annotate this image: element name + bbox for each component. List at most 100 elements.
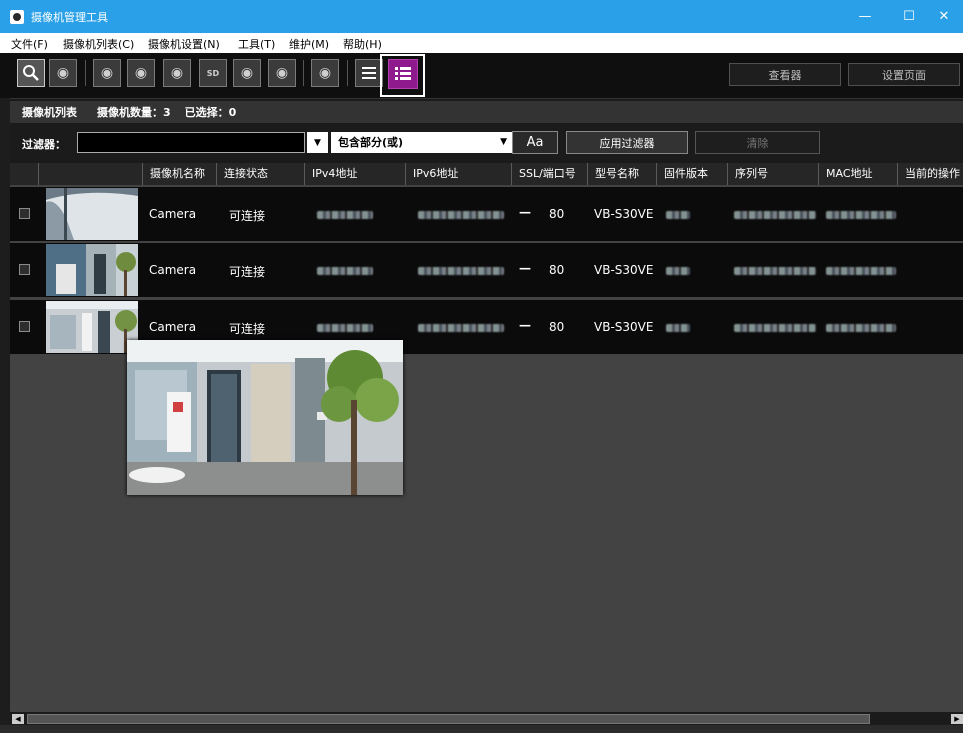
model-name: VB-S30VE bbox=[594, 320, 654, 334]
ssl-status: — bbox=[519, 205, 531, 219]
thumbnail-preview-popup bbox=[127, 340, 403, 495]
ipv6-address-redacted bbox=[418, 211, 504, 219]
camera-download-icon: ◉ bbox=[100, 65, 114, 81]
header-model[interactable]: 型号名称 bbox=[587, 163, 656, 185]
chevron-down-icon: ▼ bbox=[314, 137, 321, 148]
toolbar: ◉ ◉ ◉ ◉ SD ◉ ◉ ◉ 查看器 设置页面 bbox=[0, 53, 963, 99]
filter-mode-value: 包含部分(或) bbox=[338, 136, 404, 149]
menu-camera-settings[interactable]: 摄像机设置(N) bbox=[148, 36, 220, 52]
camera-settings-button[interactable]: ◉ bbox=[233, 59, 261, 87]
header-ipv4[interactable]: IPv4地址 bbox=[304, 163, 405, 185]
camera-upload-button[interactable]: ◉ bbox=[268, 59, 296, 87]
sd-card-button[interactable]: SD bbox=[199, 59, 227, 87]
header-ssl-port[interactable]: SSL/端口号 bbox=[511, 163, 587, 185]
arrow-right-icon: ▶ bbox=[954, 715, 960, 723]
horizontal-scrollbar[interactable]: ◀ ▶ bbox=[10, 711, 963, 726]
clear-filter-button[interactable]: 清除 bbox=[695, 131, 820, 154]
camera-add-icon: ◉ bbox=[318, 65, 332, 81]
hallway-preview-image bbox=[127, 340, 403, 495]
header-thumbnail-column bbox=[38, 163, 142, 185]
search-camera-button[interactable] bbox=[17, 59, 45, 87]
list-view-button[interactable] bbox=[355, 59, 383, 87]
ipv4-address-redacted bbox=[317, 211, 373, 219]
header-mac[interactable]: MAC地址 bbox=[818, 163, 897, 185]
mac-address-redacted bbox=[826, 324, 896, 332]
window-title: 摄像机管理工具 bbox=[31, 11, 108, 24]
list-view-icon bbox=[362, 67, 376, 79]
camera-name: Camera bbox=[149, 320, 197, 334]
camera-table: 摄像机名称 连接状态 IPv4地址 IPv6地址 SSL/端口号 型号名称 固件… bbox=[10, 163, 963, 711]
camera-upload-icon: ◉ bbox=[275, 65, 289, 81]
table-header: 摄像机名称 连接状态 IPv4地址 IPv6地址 SSL/端口号 型号名称 固件… bbox=[10, 163, 963, 185]
camera-list-label: 摄像机列表 bbox=[22, 106, 77, 119]
firmware-version-redacted bbox=[666, 324, 690, 332]
menu-help[interactable]: 帮助(H) bbox=[343, 36, 382, 52]
camera-name: Camera bbox=[149, 207, 197, 221]
case-sensitive-button[interactable]: Aa bbox=[512, 131, 558, 154]
camera-refresh-button[interactable]: ◉ bbox=[127, 59, 155, 87]
header-connection-status[interactable]: 连接状态 bbox=[216, 163, 304, 185]
arrow-left-icon: ◀ bbox=[15, 715, 21, 723]
ssl-status: — bbox=[519, 318, 531, 332]
viewer-button[interactable]: 查看器 bbox=[729, 63, 841, 86]
row-checkbox[interactable] bbox=[19, 264, 30, 275]
camera-add-button[interactable]: ◉ bbox=[311, 59, 339, 87]
camera-name: Camera bbox=[149, 263, 197, 277]
header-current-operation[interactable]: 当前的操作 bbox=[897, 163, 963, 185]
chevron-down-icon: ▼ bbox=[500, 137, 507, 147]
row-checkbox[interactable] bbox=[19, 321, 30, 332]
close-button[interactable]: ✕ bbox=[925, 0, 963, 33]
ssl-status: — bbox=[519, 261, 531, 275]
menu-tools[interactable]: 工具(T) bbox=[238, 36, 275, 52]
settings-page-button[interactable]: 设置页面 bbox=[848, 63, 960, 86]
toolbar-separator bbox=[85, 60, 86, 86]
serial-number-redacted bbox=[734, 324, 816, 332]
toolbar-separator bbox=[303, 60, 304, 86]
camera-thumbnail bbox=[46, 244, 138, 296]
serial-number-redacted bbox=[734, 267, 816, 275]
camera-config-button[interactable]: ◉ bbox=[163, 59, 191, 87]
scrollbar-thumb[interactable] bbox=[27, 714, 870, 724]
scroll-left-button[interactable]: ◀ bbox=[12, 714, 24, 724]
serial-number-redacted bbox=[734, 211, 816, 219]
detail-view-button[interactable] bbox=[388, 59, 418, 89]
menu-maintenance[interactable]: 维护(M) bbox=[289, 36, 329, 52]
header-ipv6[interactable]: IPv6地址 bbox=[405, 163, 511, 185]
ipv4-address-redacted bbox=[317, 267, 373, 275]
scroll-right-button[interactable]: ▶ bbox=[951, 714, 963, 724]
search-icon bbox=[23, 65, 39, 81]
sd-card-icon: SD bbox=[206, 68, 220, 78]
bottom-border bbox=[0, 725, 963, 733]
selected-count: 已选择：0 bbox=[184, 106, 237, 119]
camera-thumbnail bbox=[46, 188, 138, 240]
filter-mode-select[interactable]: 包含部分(或) ▼ bbox=[331, 132, 513, 153]
table-row[interactable]: Camera 可连接 — 80 VB-S30VE bbox=[10, 243, 963, 297]
camera-search-button[interactable]: ◉ bbox=[49, 59, 77, 87]
menu-camera-list[interactable]: 摄像机列表(C) bbox=[63, 36, 134, 52]
model-name: VB-S30VE bbox=[594, 207, 654, 221]
connection-status: 可连接 bbox=[229, 265, 266, 279]
filter-history-dropdown[interactable]: ▼ bbox=[307, 132, 328, 153]
header-checkbox-column bbox=[10, 163, 38, 185]
minimize-button[interactable]: — bbox=[842, 0, 888, 33]
table-row[interactable]: Camera 可连接 — 80 VB-S30VE bbox=[10, 187, 963, 241]
port-number: 80 bbox=[549, 320, 565, 334]
menu-bar: 文件(F) 摄像机列表(C) 摄像机设置(N) 工具(T) 维护(M) 帮助(H… bbox=[0, 33, 963, 53]
camera-thumbnail bbox=[46, 301, 138, 353]
header-camera-name[interactable]: 摄像机名称 bbox=[142, 163, 216, 185]
hallway-view-image bbox=[46, 301, 138, 353]
header-firmware[interactable]: 固件版本 bbox=[656, 163, 727, 185]
header-serial[interactable]: 序列号 bbox=[727, 163, 818, 185]
row-checkbox[interactable] bbox=[19, 208, 30, 219]
connection-status: 可连接 bbox=[229, 209, 266, 223]
camera-download-button[interactable]: ◉ bbox=[93, 59, 121, 87]
menu-file[interactable]: 文件(F) bbox=[11, 36, 48, 52]
mac-address-redacted bbox=[826, 267, 896, 275]
filter-label: 过滤器： bbox=[22, 138, 66, 151]
apply-filter-button[interactable]: 应用过滤器 bbox=[566, 131, 688, 154]
filter-input[interactable] bbox=[77, 132, 305, 153]
camera-count: 摄像机数量：3 bbox=[97, 106, 171, 119]
camera-list-info-bar: 摄像机列表 摄像机数量：3 已选择：0 bbox=[10, 101, 963, 123]
firmware-version-redacted bbox=[666, 267, 690, 275]
detail-list-icon bbox=[395, 67, 411, 80]
